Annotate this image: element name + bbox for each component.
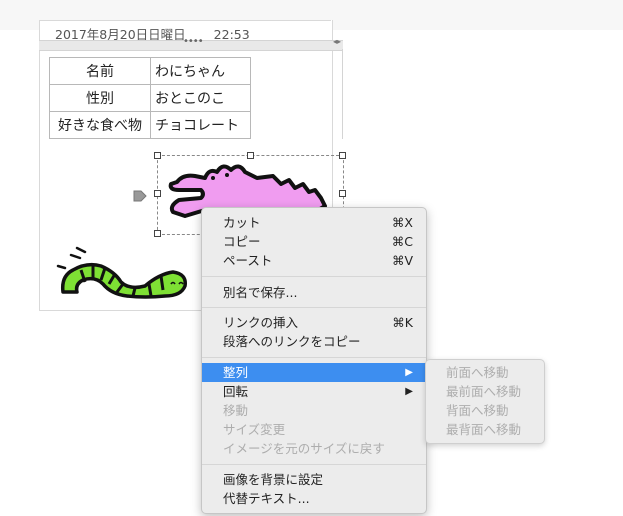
menu-item-shortcut: ⌘X [391, 215, 413, 230]
submenu-item-send-backward: 背面へ移動 [446, 403, 509, 418]
table-row: 性別 おとこのこ [49, 84, 251, 112]
menu-item-label: 段落へのリンクをコピー [223, 334, 361, 349]
menu-item-label: リンクの挿入 [223, 315, 299, 330]
menu-separator [202, 307, 426, 308]
menu-item-set-background[interactable]: 画像を背景に設定 [202, 470, 426, 489]
menu-item-label: イメージを元のサイズに戻す [223, 441, 385, 456]
worm-image[interactable] [55, 246, 190, 301]
drag-handle-icon[interactable]: •••• [183, 36, 204, 47]
menu-item-paste[interactable]: ペースト ⌘V [202, 251, 426, 270]
table-row: 好きな食べ物 チョコレート [49, 111, 251, 139]
resize-arrows-icon[interactable]: ◂▸ [333, 37, 341, 46]
menu-item-resize: サイズ変更 [202, 420, 426, 439]
menu-item-alt-text[interactable]: 代替テキスト... [202, 489, 426, 508]
menu-item-move: 移動 [202, 401, 426, 420]
menu-item-shortcut: ⌘C [391, 234, 413, 249]
menu-item-shortcut: ⌘K [392, 315, 413, 330]
menu-item-insert-link[interactable]: リンクの挿入 ⌘K [202, 313, 426, 332]
table-cell-key[interactable]: 好きな食べ物 [49, 111, 151, 139]
table-row: 名前 わにちゃん [49, 57, 251, 85]
menu-item-label: 代替テキスト... [223, 491, 310, 506]
menu-item-label: サイズ変更 [223, 422, 286, 437]
resize-handle[interactable] [339, 152, 346, 159]
arrange-submenu: 前面へ移動 最前面へ移動 背面へ移動 最背面へ移動 [425, 359, 545, 444]
paragraph-pointer-icon[interactable] [133, 190, 147, 202]
submenu-arrow-icon: ▶ [405, 386, 413, 397]
menu-item-label: 整列 [223, 365, 249, 380]
menu-item-label: ペースト [223, 253, 273, 268]
menu-item-label: 画像を背景に設定 [223, 472, 324, 487]
menu-item-label: 別名で保存... [223, 285, 298, 300]
submenu-arrow-icon: ▶ [405, 367, 413, 378]
menu-separator [202, 276, 426, 277]
menu-item-copy[interactable]: コピー ⌘C [202, 232, 426, 251]
menu-item-label: カット [223, 215, 261, 230]
table-cell-value[interactable]: チョコレート [150, 111, 251, 139]
outline-container-border [342, 49, 343, 139]
title-rule [39, 20, 331, 21]
submenu-item-bring-forward: 前面へ移動 [446, 365, 509, 380]
submenu-item-bring-to-front: 最前面へ移動 [446, 384, 522, 399]
context-menu: カット ⌘X コピー ⌘C ペースト ⌘V 別名で保存... リンクの挿入 ⌘K… [201, 207, 427, 514]
table-cell-value[interactable]: おとこのこ [150, 84, 251, 112]
profile-table: 名前 わにちゃん 性別 おとこのこ 好きな食べ物 チョコレート [49, 57, 251, 139]
submenu-item-send-to-back: 最背面へ移動 [446, 422, 522, 437]
menu-item-copy-paragraph-link[interactable]: 段落へのリンクをコピー [202, 332, 426, 351]
outline-container-handle[interactable]: •••• ◂▸ [39, 36, 343, 51]
menu-item-arrange[interactable]: 整列 ▶ [202, 363, 426, 382]
table-cell-key[interactable]: 性別 [49, 84, 151, 112]
table-cell-key[interactable]: 名前 [49, 57, 151, 85]
table-cell-value[interactable]: わにちゃん [150, 57, 251, 85]
menu-item-label: 回転 [223, 384, 249, 399]
menu-item-shortcut: ⌘V [391, 253, 413, 268]
resize-handle[interactable] [154, 152, 161, 159]
menu-item-cut[interactable]: カット ⌘X [202, 213, 426, 232]
resize-handle[interactable] [339, 190, 346, 197]
menu-separator [202, 464, 426, 465]
menu-separator [202, 357, 426, 358]
resize-handle[interactable] [154, 230, 161, 237]
resize-handle[interactable] [154, 190, 161, 197]
resize-handle[interactable] [247, 152, 254, 159]
menu-item-label: コピー [223, 234, 261, 249]
menu-item-restore-size: イメージを元のサイズに戻す [202, 439, 426, 458]
menu-item-rotate[interactable]: 回転 ▶ [202, 382, 426, 401]
menu-item-save-as[interactable]: 別名で保存... [202, 283, 426, 302]
menu-item-label: 移動 [223, 403, 249, 418]
